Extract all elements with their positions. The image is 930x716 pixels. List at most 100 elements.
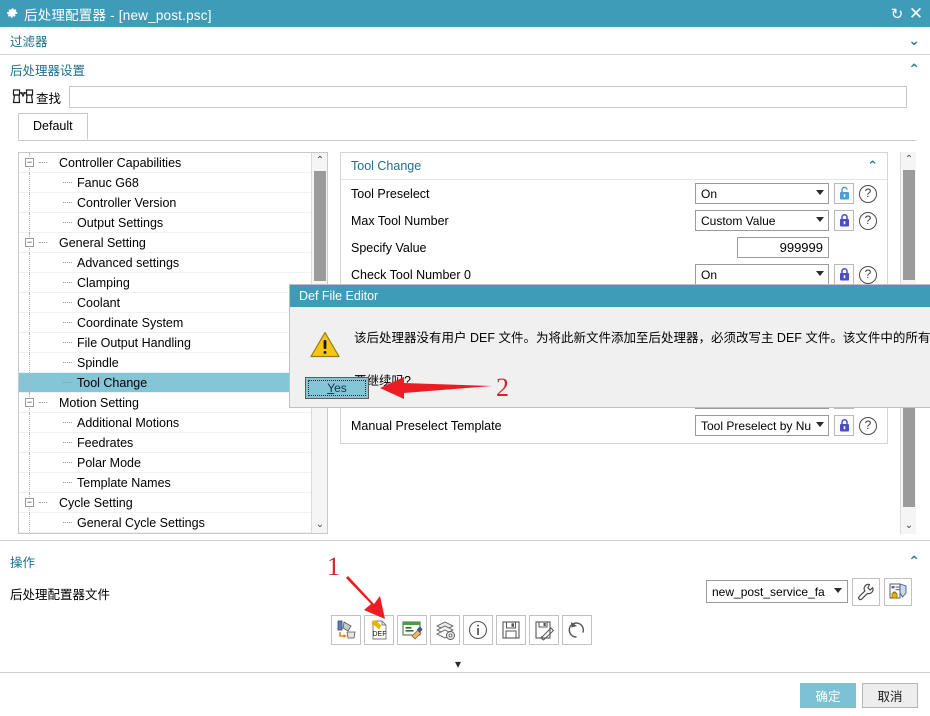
tree-expander-icon[interactable]: − [25,158,34,167]
tree-item-output-settings[interactable]: Output Settings [19,213,311,233]
chevron-down-icon[interactable] [816,271,824,276]
property-label: Max Tool Number [351,213,449,228]
chevron-down-icon[interactable] [834,588,842,593]
tree-connector [39,402,47,403]
post-processor-select[interactable]: new_post_service_fa [706,580,848,603]
help-icon[interactable]: ? [859,184,877,203]
save-icon[interactable] [496,615,526,645]
tree-expander-icon[interactable]: − [25,238,34,247]
tree-connector [63,222,72,223]
tree-item-general-setting[interactable]: − General Setting [19,233,311,253]
group-header[interactable]: Tool Change ⌃ [341,153,887,180]
annotation-arrow-1 [346,576,385,619]
layers-settings-icon[interactable] [430,615,460,645]
scroll-down-icon[interactable]: ⌄ [312,517,327,533]
chevron-up-icon[interactable]: ⌃ [867,158,878,174]
tree-list: − Controller Capabilities Fanuc G68 Control… [19,153,311,533]
property-combobox[interactable]: Custom Value [695,210,829,231]
tree-item-spindle[interactable]: Spindle [19,353,311,373]
tree-scroll-thumb[interactable] [314,171,326,281]
secure-list-icon-button[interactable] [884,578,912,606]
scroll-up-icon[interactable]: ⌃ [901,152,916,168]
help-icon[interactable]: ? [859,265,877,284]
tree-item-controller-version[interactable]: Controller Version [19,193,311,213]
tree-item-label: Tool Change [77,376,148,390]
chevron-up-icon[interactable]: ⌃ [908,553,920,570]
tree-connector [63,202,72,203]
cancel-button[interactable]: 取消 [862,683,918,708]
chevron-down-icon[interactable] [816,217,824,222]
annotation-number-1: 1 [327,552,340,581]
tree-guide-line [29,173,30,193]
lock-closed-icon[interactable] [834,264,854,285]
tab-default[interactable]: Default [18,113,88,140]
property-control: On? [695,264,877,285]
tab-strip: Default [18,113,916,141]
tree-item-template-names[interactable]: Template Names [19,473,311,493]
info-icon[interactable] [463,615,493,645]
tree-item-fanuc-g68[interactable]: Fanuc G68 [19,173,311,193]
properties-scroll-thumb-upper[interactable] [903,170,915,280]
property-combobox[interactable]: On [695,183,829,204]
tree-connector [63,262,72,263]
tree-item-general-cycle-settings[interactable]: General Cycle Settings [19,513,311,533]
property-combobox[interactable]: On [695,264,829,285]
tree-item-label: File Output Handling [77,336,191,350]
lock-open-icon[interactable] [834,183,854,204]
tree-item-controller-capabilities[interactable]: − Controller Capabilities [19,153,311,173]
lock-closed-icon[interactable] [834,415,854,436]
gear-icon [0,6,24,22]
settings-tree[interactable]: − Controller Capabilities Fanuc G68 Control… [18,152,328,534]
refresh-icon[interactable]: ↻ [886,5,908,23]
dialog-yes-button[interactable]: Yes [305,377,369,399]
properties-scroll-thumb-lower[interactable] [903,407,915,507]
property-row: Specify Value 999999 [341,234,887,261]
tree-item-file-output-handling[interactable]: File Output Handling [19,333,311,353]
tree-guide-line [29,453,30,473]
tree-item-label: Feedrates [77,436,134,450]
save-as-icon[interactable] [529,615,559,645]
ui-editor-icon[interactable] [397,615,427,645]
tree-item-motion-setting[interactable]: − Motion Setting [19,393,311,413]
settings-section-header[interactable]: 后处理器设置 ⌃ [0,56,930,82]
property-number-input[interactable]: 999999 [737,237,829,258]
tree-expander-icon[interactable]: − [25,498,34,507]
help-icon[interactable]: ? [859,211,877,230]
tree-item-advanced-settings[interactable]: Advanced settings [19,253,311,273]
tree-item-clamping[interactable]: Clamping [19,273,311,293]
tree-item-coordinate-system[interactable]: Coordinate System [19,313,311,333]
lock-closed-icon[interactable] [834,210,854,231]
operations-subtitle: 后处理配置器文件 [10,588,111,602]
property-row: Max Tool Number Custom Value? [341,207,887,234]
tree-guide-line [29,193,30,213]
filter-section-header[interactable]: 过滤器 ⌄ [0,27,930,55]
find-input[interactable] [69,86,908,108]
group-title: Tool Change [351,159,422,173]
warning-triangle-icon [310,331,340,358]
scroll-up-icon[interactable]: ⌃ [312,153,327,169]
tree-item-additional-motions[interactable]: Additional Motions [19,413,311,433]
help-icon[interactable]: ? [859,416,877,435]
scroll-down-icon[interactable]: ⌄ [901,518,916,534]
property-combobox[interactable]: Tool Preselect by Nu [695,415,829,436]
tree-guide-line [29,353,30,373]
collapse-caret-icon[interactable]: ▾ [455,657,461,671]
wrench-icon-button[interactable] [852,578,880,606]
tree-item-feedrates[interactable]: Feedrates [19,433,311,453]
binoculars-icon [12,88,34,106]
tree-item-coolant[interactable]: Coolant [19,293,311,313]
tree-item-label: Additional Motions [77,416,180,430]
chevron-down-icon[interactable]: ⌄ [908,32,920,49]
close-icon[interactable]: ✕ [908,4,930,24]
chevron-down-icon[interactable] [816,190,824,195]
chevron-up-icon[interactable]: ⌃ [908,61,920,78]
tree-item-tool-change[interactable]: Tool Change [19,373,311,393]
tree-item-cycle-setting[interactable]: − Cycle Setting [19,493,311,513]
tree-item-label: Coordinate System [77,316,184,330]
ok-button[interactable]: 确定 [800,683,856,708]
undo-icon[interactable] [562,615,592,645]
chevron-down-icon[interactable] [816,422,824,427]
tree-item-polar-mode[interactable]: Polar Mode [19,453,311,473]
operations-section-header[interactable]: 操作 ⌃ [0,548,930,574]
tree-expander-icon[interactable]: − [25,398,34,407]
